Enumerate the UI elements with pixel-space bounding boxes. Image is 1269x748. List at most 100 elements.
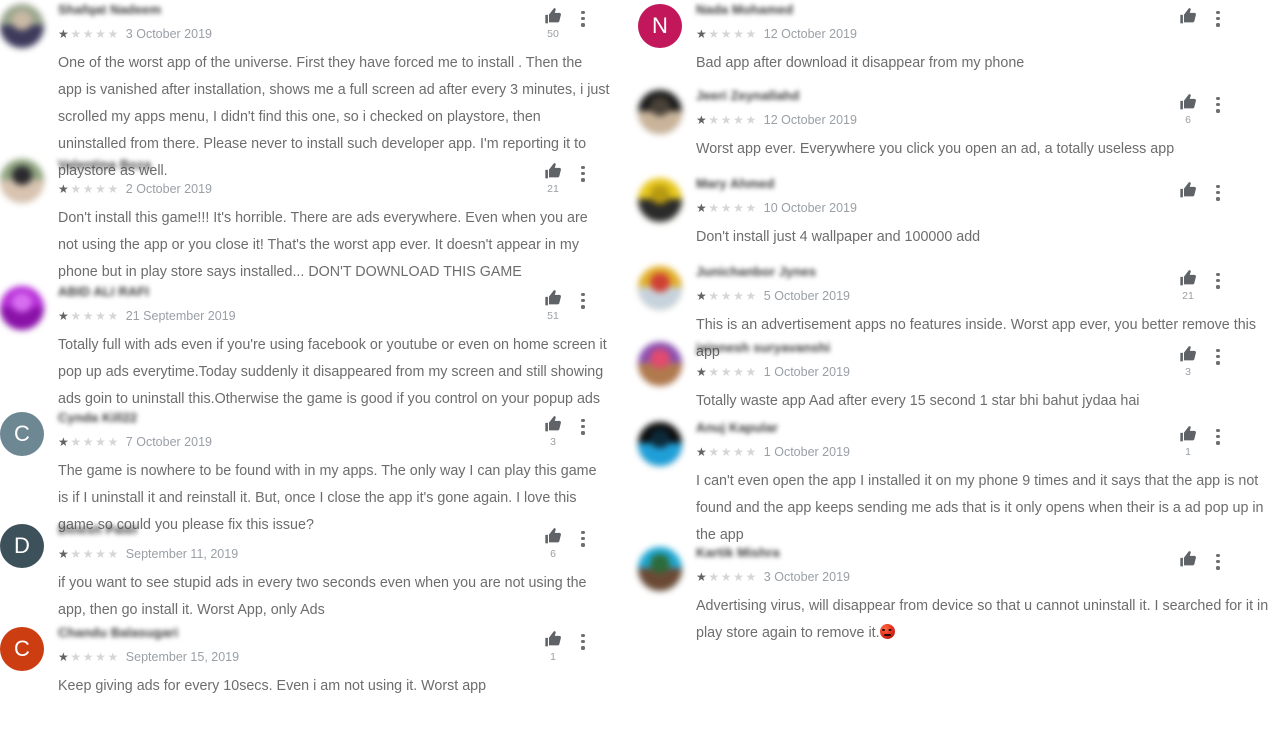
more-vert-icon[interactable] xyxy=(570,629,596,651)
more-vert-icon[interactable] xyxy=(1205,549,1231,571)
review-author: Junichanbor Jynes xyxy=(696,264,817,279)
review-item: ABID ALI RAFI ★★★★★ 21 September 2019 51 Tot… xyxy=(0,284,620,413)
thumb-up-count: 3 xyxy=(1185,366,1191,378)
avatar[interactable] xyxy=(638,547,682,591)
thumb-up-button[interactable]: 50 xyxy=(536,6,570,40)
star-rating: ★★★★★ xyxy=(696,201,758,215)
avatar[interactable] xyxy=(638,178,682,222)
review-header: N Nada Mohamed ★★★★★ 12 October 2019 xyxy=(638,2,1269,54)
thumb-up-count: 6 xyxy=(550,548,556,560)
avatar[interactable] xyxy=(638,342,682,386)
review-text: Keep giving ads for every 10secs. Even i… xyxy=(58,678,487,694)
more-vert-icon[interactable] xyxy=(570,526,596,548)
review-actions xyxy=(1171,180,1231,214)
thumb-up-button[interactable]: 21 xyxy=(536,161,570,195)
more-vert-icon[interactable] xyxy=(1205,6,1231,28)
star-rating: ★★★★★ xyxy=(696,289,758,303)
review-item: Anuj Kapular ★★★★★ 1 October 2019 1 I can't … xyxy=(620,420,1269,549)
avatar[interactable]: N xyxy=(638,4,682,48)
rating-and-date: ★★★★★ 21 September 2019 xyxy=(58,308,500,324)
review-header: ABID ALI RAFI ★★★★★ 21 September 2019 51 xyxy=(0,284,620,336)
thumb-up-button[interactable]: 6 xyxy=(536,526,570,560)
review-text: Totally full with ads even if you're usi… xyxy=(58,337,611,407)
more-vert-icon[interactable] xyxy=(1205,268,1231,290)
review-actions: 6 xyxy=(1171,92,1231,126)
review-text: Worst app ever. Everywhere you click you… xyxy=(696,141,1175,157)
rating-and-date: ★★★★★ 2 October 2019 xyxy=(58,181,500,197)
thumb-up-icon xyxy=(543,6,564,26)
rating-and-date: ★★★★★ 5 October 2019 xyxy=(696,288,1149,304)
review-meta: Cynda Kill22 ★★★★★ 7 October 2019 xyxy=(58,410,500,450)
more-vert-icon[interactable] xyxy=(1205,424,1231,446)
rating-and-date: ★★★★★ 1 October 2019 xyxy=(696,364,1149,380)
thumb-up-button[interactable]: 1 xyxy=(536,629,570,663)
review-item: Jeeri Zeynallahd ★★★★★ 12 October 2019 6 Wor… xyxy=(620,88,1269,163)
thumb-up-icon xyxy=(1178,6,1199,26)
thumb-up-count: 21 xyxy=(1182,290,1194,302)
review-header: D Dinesh Patel ★★★★★ September 11, 2019 6 xyxy=(0,522,620,574)
thumb-up-icon xyxy=(1178,344,1199,364)
review-item: N Nada Mohamed ★★★★★ 12 October 2019 Bad app… xyxy=(620,2,1269,77)
star-rating: ★★★★★ xyxy=(696,27,758,41)
more-vert-icon[interactable] xyxy=(570,414,596,436)
review-text: Don't install this game!!! It's horrible… xyxy=(58,210,592,280)
thumb-up-button[interactable]: 3 xyxy=(536,414,570,448)
thumb-up-button[interactable]: 1 xyxy=(1171,424,1205,458)
review-author: Kartik Mishra xyxy=(696,545,780,560)
star-rating: ★★★★★ xyxy=(58,650,120,664)
more-vert-icon[interactable] xyxy=(570,288,596,310)
star-rating: ★★★★★ xyxy=(58,547,120,561)
review-header: C Cynda Kill22 ★★★★★ 7 October 2019 3 xyxy=(0,410,620,462)
review-date: 5 October 2019 xyxy=(763,289,850,303)
review-header: Shafqat Nadeem ★★★★★ 3 October 2019 50 xyxy=(0,2,620,54)
review-actions: 51 xyxy=(536,288,596,322)
review-author: Valentina Boza xyxy=(58,157,152,172)
more-vert-icon[interactable] xyxy=(570,161,596,183)
thumb-up-button[interactable]: 6 xyxy=(1171,92,1205,126)
review-date: September 11, 2019 xyxy=(125,547,239,561)
thumb-up-button[interactable] xyxy=(1171,6,1205,40)
review-date: 12 October 2019 xyxy=(763,113,857,127)
review-header: Jeeri Zeynallahd ★★★★★ 12 October 2019 6 xyxy=(638,88,1269,140)
review-actions: 1 xyxy=(536,629,596,663)
thumb-up-button[interactable] xyxy=(1171,180,1205,214)
more-vert-icon[interactable] xyxy=(1205,180,1231,202)
review-actions: 1 xyxy=(1171,424,1231,458)
review-header: Valentina Boza ★★★★★ 2 October 2019 21 xyxy=(0,157,620,209)
avatar[interactable] xyxy=(638,266,682,310)
review-date: 12 October 2019 xyxy=(763,27,857,41)
thumb-up-icon xyxy=(543,629,564,649)
review-date: 3 October 2019 xyxy=(763,570,850,584)
avatar[interactable] xyxy=(638,90,682,134)
review-header: Kartik Mishra ★★★★★ 3 October 2019 xyxy=(638,545,1269,597)
review-date: 1 October 2019 xyxy=(763,445,850,459)
review-author: Nada Mohamed xyxy=(696,2,794,17)
avatar[interactable]: C xyxy=(0,412,44,456)
review-header: jainnesh suryavanshi ★★★★★ 1 October 2019 3 xyxy=(638,340,1269,392)
more-vert-icon[interactable] xyxy=(1205,92,1231,114)
review-meta: Anuj Kapular ★★★★★ 1 October 2019 xyxy=(696,420,1149,460)
star-rating: ★★★★★ xyxy=(696,445,758,459)
thumb-up-button[interactable]: 21 xyxy=(1171,268,1205,302)
thumb-up-button[interactable]: 51 xyxy=(536,288,570,322)
thumb-up-button[interactable]: 3 xyxy=(1171,344,1205,378)
avatar[interactable] xyxy=(0,159,44,203)
more-vert-icon[interactable] xyxy=(1205,344,1231,366)
avatar[interactable]: C xyxy=(0,627,44,671)
avatar[interactable] xyxy=(0,4,44,48)
avatar[interactable]: D xyxy=(0,524,44,568)
review-meta: Dinesh Patel ★★★★★ September 11, 2019 xyxy=(58,522,500,562)
review-text: Bad app after download it disappear from… xyxy=(696,55,1025,71)
star-rating: ★★★★★ xyxy=(696,570,758,584)
star-rating: ★★★★★ xyxy=(58,309,120,323)
thumb-up-button[interactable] xyxy=(1171,549,1205,583)
review-item: C Chandu Balasugari ★★★★★ September 15, 201… xyxy=(0,625,620,700)
thumb-up-icon xyxy=(1178,180,1199,200)
rating-and-date: ★★★★★ 1 October 2019 xyxy=(696,444,1149,460)
avatar[interactable] xyxy=(0,286,44,330)
avatar[interactable] xyxy=(638,422,682,466)
review-meta: Junichanbor Jynes ★★★★★ 5 October 2019 xyxy=(696,264,1149,304)
review-text: Totally waste app Aad after every 15 sec… xyxy=(696,393,1140,409)
more-vert-icon[interactable] xyxy=(570,6,596,28)
review-header: C Chandu Balasugari ★★★★★ September 15, 201… xyxy=(0,625,620,677)
